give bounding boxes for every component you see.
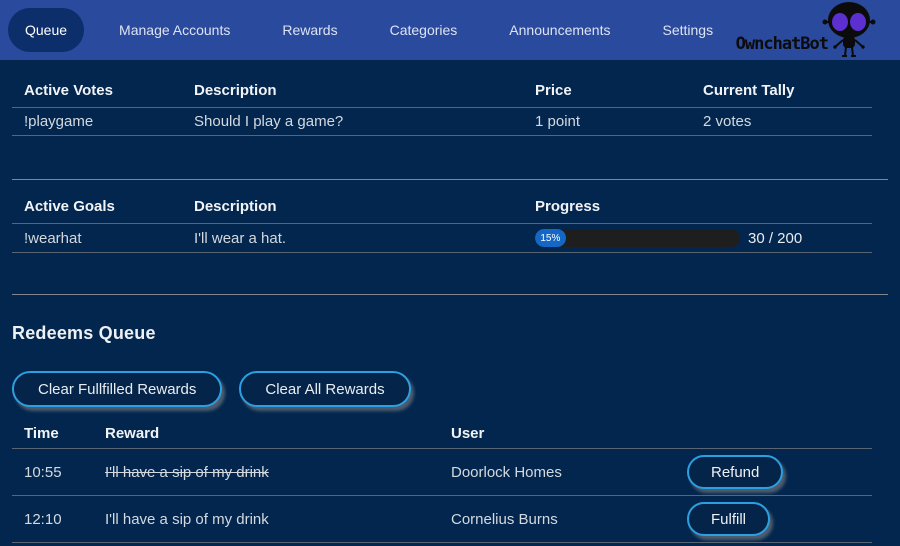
- redeems-header-row: Time Reward User: [12, 419, 872, 449]
- column-header-progress: Progress: [523, 190, 872, 224]
- active-goals-header-row: Active Goals Description Progress: [12, 190, 872, 224]
- redeem-reward: I'll have a sip of my drink: [93, 496, 439, 543]
- column-header-description: Description: [182, 190, 523, 224]
- table-row: !wearhat I'll wear a hat. 15% 30 / 200: [12, 224, 872, 253]
- redeem-action-cell: Refund: [675, 449, 872, 496]
- vote-price: 1 point: [523, 108, 691, 136]
- nav-item-manage-accounts[interactable]: Manage Accounts: [102, 8, 247, 52]
- redeems-toolbar: Clear Fullfilled Rewards Clear All Rewar…: [12, 371, 888, 407]
- column-header-action: [675, 419, 872, 449]
- active-goals-table: Active Goals Description Progress !wearh…: [12, 190, 872, 253]
- vote-command: !playgame: [12, 108, 182, 136]
- nav-item-categories[interactable]: Categories: [373, 8, 475, 52]
- goal-progress-percent-label: 15%: [540, 233, 560, 244]
- column-header-active-goals: Active Goals: [12, 190, 182, 224]
- redeem-time: 10:55: [12, 449, 93, 496]
- goal-command: !wearhat: [12, 224, 182, 253]
- column-header-price: Price: [523, 74, 691, 108]
- robot-logo-icon: [820, 1, 878, 59]
- goal-description: I'll wear a hat.: [182, 224, 523, 253]
- nav-item-announcements[interactable]: Announcements: [492, 8, 627, 52]
- redeems-queue-table: Time Reward User 10:55 I'll have a sip o…: [12, 419, 872, 543]
- main-content: Active Votes Description Price Current T…: [12, 60, 888, 543]
- column-header-user: User: [439, 419, 675, 449]
- table-row: 10:55 I'll have a sip of my drink Doorlo…: [12, 449, 872, 496]
- fulfill-button[interactable]: Fulfill: [687, 502, 770, 536]
- column-header-reward: Reward: [93, 419, 439, 449]
- column-header-time: Time: [12, 419, 93, 449]
- top-nav: Queue Manage Accounts Rewards Categories…: [0, 0, 900, 60]
- redeem-reward-text: I'll have a sip of my drink: [105, 511, 269, 528]
- page-title: Redeems Queue: [12, 323, 888, 344]
- logo-text: OwnchatBot: [736, 34, 828, 54]
- redeem-reward: I'll have a sip of my drink: [93, 449, 439, 496]
- nav-item-queue[interactable]: Queue: [8, 8, 84, 52]
- redeem-action-cell: Fulfill: [675, 496, 872, 543]
- goal-progress-cell: 15% 30 / 200: [523, 224, 872, 253]
- refund-button[interactable]: Refund: [687, 455, 783, 489]
- column-header-description: Description: [182, 74, 523, 108]
- column-header-active-votes: Active Votes: [12, 74, 182, 108]
- table-row: !playgame Should I play a game? 1 point …: [12, 108, 872, 136]
- nav-item-rewards[interactable]: Rewards: [265, 8, 354, 52]
- redeem-reward-text: I'll have a sip of my drink: [105, 464, 269, 481]
- table-row: 12:10 I'll have a sip of my drink Cornel…: [12, 496, 872, 543]
- active-votes-header-row: Active Votes Description Price Current T…: [12, 74, 872, 108]
- redeem-user: Cornelius Burns: [439, 496, 675, 543]
- active-votes-table: Active Votes Description Price Current T…: [12, 74, 872, 136]
- redeem-time: 12:10: [12, 496, 93, 543]
- vote-tally: 2 votes: [691, 108, 872, 136]
- clear-all-rewards-button[interactable]: Clear All Rewards: [239, 371, 410, 407]
- goal-progress-fill: 15%: [535, 229, 566, 247]
- logo: OwnchatBot: [680, 0, 880, 60]
- active-goals-section: Active Goals Description Progress !wearh…: [12, 180, 888, 295]
- goal-progress-bar: 15%: [535, 229, 740, 247]
- redeems-queue-section: Redeems Queue Clear Fullfilled Rewards C…: [12, 295, 888, 543]
- column-header-current-tally: Current Tally: [691, 74, 872, 108]
- goal-progress-count: 30 / 200: [748, 230, 802, 247]
- redeem-user: Doorlock Homes: [439, 449, 675, 496]
- clear-fulfilled-rewards-button[interactable]: Clear Fullfilled Rewards: [12, 371, 222, 407]
- active-votes-section: Active Votes Description Price Current T…: [12, 60, 888, 180]
- vote-description: Should I play a game?: [182, 108, 523, 136]
